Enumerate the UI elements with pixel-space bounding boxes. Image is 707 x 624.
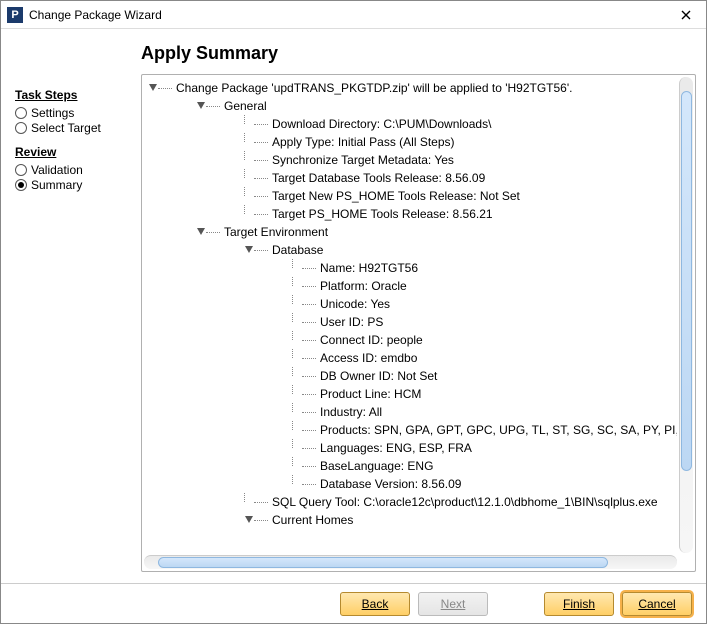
tree-general[interactable]: General Download Directory: C:\PUM\Downl… (196, 97, 677, 223)
tree-label: Change Package 'updTRANS_PKGTDP.zip' wil… (176, 81, 572, 95)
horizontal-scrollbar[interactable] (144, 555, 677, 569)
window-title: Change Package Wizard (29, 8, 672, 22)
radio-icon (15, 107, 27, 119)
app-icon: P (7, 7, 23, 23)
radio-icon (15, 122, 27, 134)
tree-label: Current Homes (272, 513, 353, 527)
tree-current-homes[interactable]: Current Homes (244, 511, 677, 529)
scroll-thumb[interactable] (158, 557, 608, 568)
tree-item: Target New PS_HOME Tools Release: Not Se… (244, 187, 677, 205)
close-icon (681, 10, 691, 20)
tree-target-env[interactable]: Target Environment Database Name: H92TGT… (196, 223, 677, 529)
cancel-button[interactable]: Cancel (622, 592, 692, 616)
collapse-icon[interactable] (244, 515, 254, 525)
vertical-scrollbar[interactable] (679, 77, 693, 553)
tree-label: Target Environment (224, 225, 328, 239)
tree-label: Database (272, 243, 323, 257)
tree-item: BaseLanguage: ENG (292, 457, 677, 475)
tree-item: Unicode: Yes (292, 295, 677, 313)
nav-item-settings[interactable]: Settings (15, 106, 133, 120)
tree-item: SQL Query Tool: C:\oracle12c\product\12.… (244, 493, 677, 511)
wizard-footer: Back Next Finish Cancel (1, 583, 706, 623)
tree-item: Languages: ENG, ESP, FRA (292, 439, 677, 457)
tree-item: Target Database Tools Release: 8.56.09 (244, 169, 677, 187)
tree-item: Database Version: 8.56.09 (292, 475, 677, 493)
tree-item: Industry: All (292, 403, 677, 421)
tree-root[interactable]: Change Package 'updTRANS_PKGTDP.zip' wil… (148, 79, 677, 529)
collapse-icon[interactable] (244, 245, 254, 255)
tree-item: Platform: Oracle (292, 277, 677, 295)
radio-icon (15, 179, 27, 191)
titlebar: P Change Package Wizard (1, 1, 706, 29)
nav-item-label: Settings (31, 106, 74, 120)
collapse-icon[interactable] (196, 227, 206, 237)
nav-group-review: Review (15, 145, 133, 159)
tree-item: DB Owner ID: Not Set (292, 367, 677, 385)
tree-item: Products: SPN, GPA, GPT, GPC, UPG, TL, S… (292, 421, 677, 439)
scroll-thumb[interactable] (681, 91, 692, 471)
summary-tree: Change Package 'updTRANS_PKGTDP.zip' wil… (141, 74, 696, 572)
collapse-icon[interactable] (196, 101, 206, 111)
tree-item: Target PS_HOME Tools Release: 8.56.21 (244, 205, 677, 223)
nav-item-validation[interactable]: Validation (15, 163, 133, 177)
nav-item-select-target[interactable]: Select Target (15, 121, 133, 135)
tree-item: Access ID: emdbo (292, 349, 677, 367)
tree-item: Connect ID: people (292, 331, 677, 349)
finish-button[interactable]: Finish (544, 592, 614, 616)
back-button[interactable]: Back (340, 592, 410, 616)
tree-item: User ID: PS (292, 313, 677, 331)
tree-label: General (224, 99, 267, 113)
collapse-icon[interactable] (148, 83, 158, 93)
tree-database[interactable]: Database Name: H92TGT56 Platform: Oracle… (244, 241, 677, 493)
tree-item: Product Line: HCM (292, 385, 677, 403)
nav-item-label: Validation (31, 163, 83, 177)
tree-item: Download Directory: C:\PUM\Downloads\ (244, 115, 677, 133)
tree-item: Apply Type: Initial Pass (All Steps) (244, 133, 677, 151)
wizard-nav: Task Steps Settings Select Target Review… (1, 74, 141, 598)
close-button[interactable] (672, 4, 700, 26)
next-button: Next (418, 592, 488, 616)
page-title: Apply Summary (1, 29, 706, 74)
tree-item: Synchronize Target Metadata: Yes (244, 151, 677, 169)
nav-group-task-steps: Task Steps (15, 88, 133, 102)
nav-item-label: Select Target (31, 121, 101, 135)
nav-item-label: Summary (31, 178, 82, 192)
nav-item-summary[interactable]: Summary (15, 178, 133, 192)
tree-item: Name: H92TGT56 (292, 259, 677, 277)
radio-icon (15, 164, 27, 176)
